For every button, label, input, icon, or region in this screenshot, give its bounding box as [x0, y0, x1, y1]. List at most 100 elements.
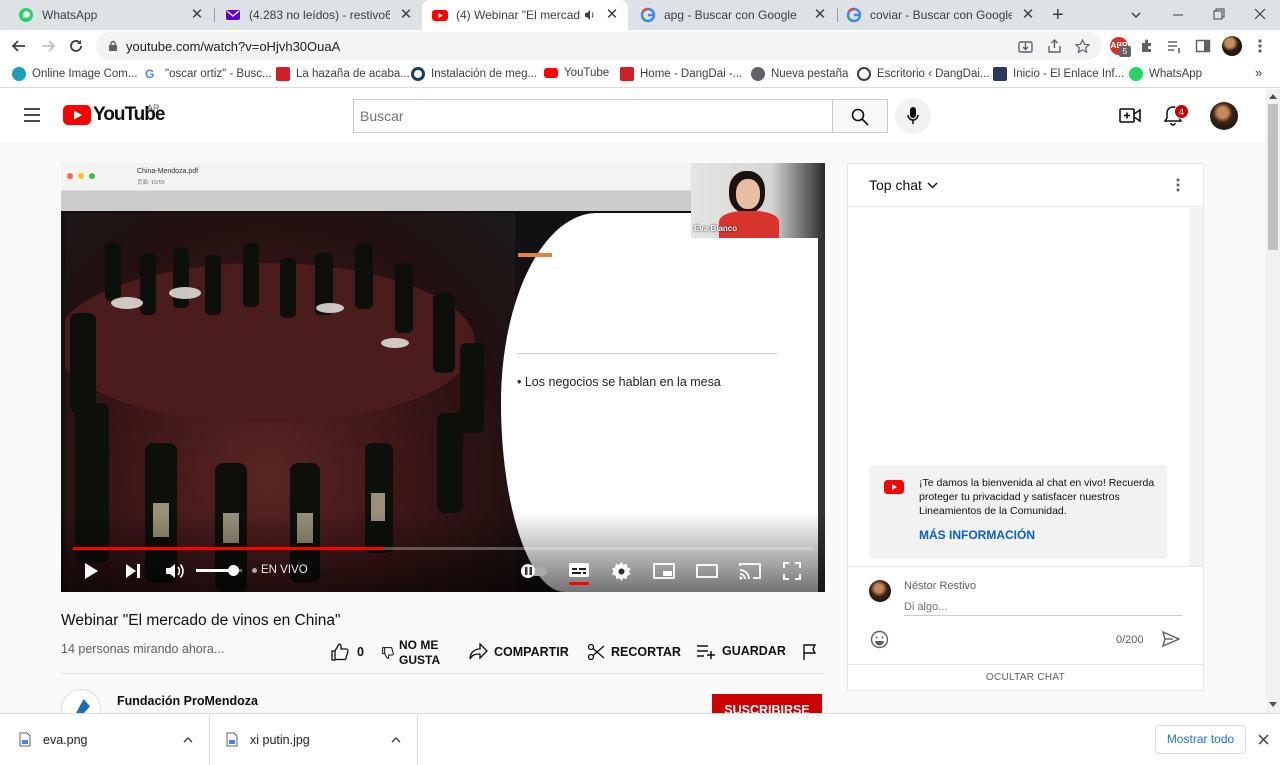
new-tab-button[interactable]: + [1052, 4, 1064, 27]
search-button[interactable] [832, 99, 888, 133]
speaker-icon[interactable] [584, 9, 596, 21]
back-icon[interactable] [11, 38, 27, 54]
subtitles-button[interactable] [569, 563, 589, 585]
more-info-link[interactable]: MÁS INFORMACIÓN [919, 528, 1035, 542]
bookmark-escritorio[interactable]: Escritorio ‹ DangDai... [857, 67, 989, 81]
progress-bar[interactable] [73, 547, 813, 550]
profile-avatar[interactable] [1222, 36, 1242, 56]
bookmark-youtube[interactable]: YouTube [544, 67, 609, 79]
volume-slider-knob[interactable] [227, 565, 239, 576]
create-video-icon[interactable] [1119, 107, 1141, 124]
search-input[interactable] [353, 99, 833, 133]
close-icon[interactable]: ✕ [1020, 7, 1036, 23]
dangdai-icon [276, 67, 290, 81]
youtube-icon [544, 68, 558, 78]
share-button[interactable]: COMPARTIR [469, 643, 569, 660]
hide-chat-button[interactable]: OCULTAR CHAT [848, 672, 1203, 683]
channel-avatar[interactable] [61, 689, 101, 713]
scissors-icon [587, 643, 605, 661]
send-icon[interactable] [1162, 631, 1180, 647]
reload-icon[interactable] [68, 38, 84, 54]
minimize-icon[interactable] [1172, 9, 1184, 21]
save-button[interactable]: GUARDAR [696, 643, 786, 659]
bookmark-instalacion[interactable]: Instalación de meg... [411, 67, 537, 81]
bookmark-online-image[interactable]: Online Image Com... [12, 67, 137, 81]
close-icon[interactable]: ✕ [189, 7, 205, 23]
thumbs-up-icon [331, 643, 349, 661]
bookmark-dangdai-home[interactable]: Home - DangDai -... [620, 67, 742, 81]
close-icon[interactable]: ✕ [604, 7, 620, 23]
emoji-icon[interactable] [870, 630, 889, 649]
tab-whatsapp[interactable]: WhatsApp ✕ [0, 0, 213, 30]
theater-mode-icon[interactable] [696, 563, 718, 579]
tab-search-icon[interactable] [1130, 9, 1142, 21]
fullscreen-icon[interactable] [783, 562, 801, 580]
like-button[interactable]: 0 [331, 643, 364, 661]
download-item-eva[interactable]: eva.png [0, 714, 210, 765]
slide-accent-bar [518, 253, 552, 257]
autoplay-toggle[interactable] [521, 564, 547, 578]
download-item-xi-putin[interactable]: xi putin.jpg [211, 714, 418, 765]
chat-message-input[interactable] [904, 598, 1182, 616]
dislike-button[interactable]: NO ME GUSTA [382, 638, 440, 668]
chevron-up-icon[interactable] [391, 736, 401, 743]
bookmarks-bar: Online Image Com... G "oscar ortiz" - Bus… [0, 62, 1280, 88]
close-icon[interactable]: ✕ [398, 7, 414, 23]
chat-more-icon[interactable] [1176, 178, 1180, 192]
live-label[interactable]: EN VIVO [261, 564, 308, 576]
more-vertical-icon[interactable] [1256, 38, 1264, 54]
side-panel-icon[interactable] [1195, 38, 1211, 54]
reading-list-icon[interactable] [1166, 38, 1182, 54]
scrollbar-thumb[interactable] [1268, 104, 1278, 250]
clip-button[interactable]: RECORTAR [587, 643, 681, 661]
bookmark-oscar-ortiz[interactable]: G "oscar ortiz" - Busc... [145, 67, 272, 81]
bookmark-el-enlace[interactable]: Inicio - El Enlace Inf... [993, 67, 1124, 81]
chevron-up-icon[interactable] [183, 736, 193, 743]
image-file-icon [226, 732, 238, 747]
chat-scrollbar[interactable] [1189, 208, 1203, 566]
chat-mode-dropdown[interactable]: Top chat [869, 177, 938, 193]
settings-gear-icon[interactable] [612, 562, 631, 581]
next-video-icon[interactable] [125, 563, 141, 579]
volume-icon[interactable] [165, 562, 185, 580]
bookmark-nueva-pestana[interactable]: Nueva pestaña [751, 67, 848, 81]
install-app-icon[interactable] [1018, 39, 1033, 54]
video-player[interactable]: China-Mendoza.pdf 页面: 15/55 • Los negoci… [61, 163, 825, 592]
scroll-down-icon[interactable] [1269, 702, 1277, 707]
lock-icon[interactable] [108, 40, 118, 52]
forward-icon[interactable] [40, 38, 56, 54]
live-chat-panel: Top chat ¡Te damos la bienvenida al chat… [847, 163, 1204, 691]
close-icon[interactable]: ✕ [812, 7, 828, 23]
star-icon[interactable] [1075, 39, 1090, 54]
clip-label: RECORTAR [611, 645, 681, 659]
voice-search-button[interactable] [895, 98, 931, 134]
bookmark-hazana[interactable]: La hazaña de acaba... [276, 67, 410, 81]
cast-icon[interactable] [739, 562, 761, 580]
bookmark-whatsapp[interactable]: WhatsApp [1129, 67, 1202, 81]
play-icon[interactable] [83, 562, 99, 580]
tab-youtube-active[interactable]: (4) Webinar "El mercado de ✕ [422, 0, 628, 30]
show-all-downloads-button[interactable]: Mostrar todo [1155, 725, 1246, 754]
volume-slider[interactable] [196, 565, 242, 576]
youtube-icon [432, 10, 448, 21]
miniplayer-icon[interactable] [653, 563, 675, 579]
chat-welcome-card: ¡Te damos la bienvenida al chat en vivo!… [869, 465, 1167, 559]
tab-yahoo-mail[interactable]: (4.283 no leídos) - restivo60@y ✕ [215, 0, 422, 30]
account-avatar[interactable] [1210, 102, 1238, 130]
tab-google-apg[interactable]: apg - Buscar con Google ✕ [630, 0, 836, 30]
puzzle-extensions-icon[interactable] [1139, 38, 1155, 54]
tab-google-coviar[interactable]: coviar - Buscar con Google ✕ [838, 0, 1044, 30]
report-flag-icon[interactable] [802, 644, 818, 661]
page-scrollbar[interactable] [1266, 89, 1280, 713]
share-icon[interactable] [1047, 39, 1062, 54]
scroll-up-icon[interactable] [1269, 94, 1277, 99]
restore-icon[interactable] [1213, 8, 1225, 20]
channel-name[interactable]: Fundación ProMendoza [117, 694, 258, 708]
close-window-icon[interactable] [1254, 8, 1266, 20]
more-bookmarks-button[interactable]: » [1255, 65, 1262, 80]
address-bar[interactable]: youtube.com/watch?v=oHjvh30OuaA [96, 32, 1102, 60]
close-downloads-icon[interactable] [1258, 734, 1269, 745]
chat-header: Top chat [848, 164, 1203, 207]
hamburger-menu-icon[interactable] [24, 108, 40, 122]
subscribe-button[interactable]: SUSCRIBIRSE [712, 694, 822, 713]
